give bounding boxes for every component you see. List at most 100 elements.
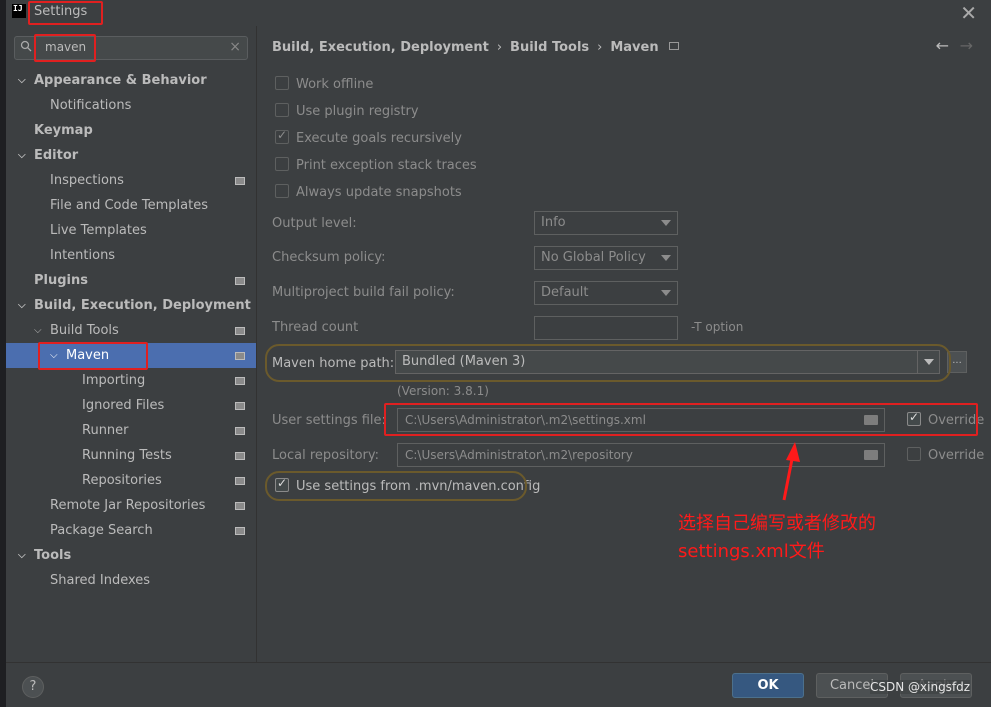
user-settings-label: User settings file:: [272, 413, 386, 428]
work-offline-checkbox[interactable]: [275, 76, 289, 90]
sidebar-item[interactable]: ⌵ Maven: [6, 343, 256, 368]
chevron-down-icon[interactable]: ⌵: [34, 318, 42, 343]
project-level-icon: [235, 502, 245, 510]
user-settings-value: C:\Users\Administrator\.m2\settings.xml: [405, 413, 646, 427]
print-exceptions-option[interactable]: Print exception stack traces: [275, 157, 477, 175]
sidebar-item[interactable]: Shared Indexes: [6, 568, 256, 593]
sidebar-item[interactable]: Notifications: [6, 93, 256, 118]
sidebar-item[interactable]: Package Search: [6, 518, 256, 543]
search-value: maven: [45, 40, 87, 54]
sidebar-item-label: Ignored Files: [82, 398, 165, 413]
sidebar-item[interactable]: ⌵ Build Tools: [6, 318, 256, 343]
fail-policy-select[interactable]: Default: [534, 281, 678, 305]
folder-icon[interactable]: [864, 450, 878, 460]
sidebar-item-label: Maven: [66, 348, 110, 363]
fail-policy-label: Multiproject build fail policy:: [272, 285, 455, 300]
folder-icon[interactable]: [864, 415, 878, 425]
sidebar-item[interactable]: Running Tests: [6, 443, 256, 468]
sidebar-item[interactable]: Importing: [6, 368, 256, 393]
work-offline-option[interactable]: Work offline: [275, 76, 373, 94]
project-level-icon: [235, 427, 245, 435]
plugin-registry-checkbox[interactable]: [275, 103, 289, 117]
execute-goals-option[interactable]: Execute goals recursively: [275, 128, 462, 148]
clear-search-icon[interactable]: ×: [229, 39, 241, 55]
chevron-right-icon: ›: [597, 40, 603, 55]
sidebar-item[interactable]: Keymap: [6, 118, 256, 143]
output-level-label: Output level:: [272, 216, 357, 231]
sidebar-item[interactable]: ⌵ Appearance & Behavior: [6, 68, 256, 93]
sidebar-item-label: Inspections: [50, 173, 124, 188]
chevron-down-icon[interactable]: ⌵: [18, 143, 26, 168]
sidebar-item[interactable]: ⌵ Tools: [6, 543, 256, 568]
project-level-icon: [668, 42, 679, 50]
chevron-down-icon[interactable]: ⌵: [50, 343, 58, 368]
sidebar-item[interactable]: File and Code Templates: [6, 193, 256, 218]
sidebar-item[interactable]: Intentions: [6, 243, 256, 268]
search-input[interactable]: maven ×: [14, 36, 248, 60]
sidebar-item[interactable]: ⌵ Editor: [6, 143, 256, 168]
annotation-text: 选择自己编写或者修改的 settings.xml文件: [678, 510, 876, 566]
update-snapshots-checkbox[interactable]: [275, 184, 289, 198]
sidebar-item-label: Shared Indexes: [50, 573, 151, 588]
chevron-down-icon[interactable]: ⌵: [18, 293, 26, 318]
sidebar-item[interactable]: Remote Jar Repositories: [6, 493, 256, 518]
checksum-policy-select[interactable]: No Global Policy: [534, 246, 678, 270]
work-offline-label: Work offline: [296, 77, 374, 92]
help-button[interactable]: ?: [22, 676, 44, 698]
print-exceptions-checkbox[interactable]: [275, 157, 289, 171]
chevron-right-icon: ›: [496, 40, 503, 55]
project-level-icon: [235, 527, 245, 535]
maven-home-select[interactable]: Bundled (Maven 3): [395, 350, 940, 374]
sidebar-item[interactable]: Repositories: [6, 468, 256, 493]
output-level-select[interactable]: Info: [534, 211, 678, 235]
mvn-config-option[interactable]: Use settings from .mvn/maven.config: [275, 476, 541, 496]
sidebar-item-label: Live Templates: [50, 223, 147, 238]
settings-sidebar: maven × ⌵ Appearance & Behavior Notificati…: [6, 26, 256, 662]
ok-button[interactable]: OK: [732, 673, 804, 698]
browse-maven-home-button[interactable]: ...: [947, 351, 967, 373]
sidebar-item-label: Runner: [82, 423, 129, 438]
user-settings-override-checkbox[interactable]: [907, 410, 921, 426]
chevron-down-icon[interactable]: [917, 351, 939, 373]
sidebar-item[interactable]: Plugins: [6, 268, 256, 293]
mvn-config-checkbox[interactable]: [275, 476, 289, 492]
title-bar: IJ Settings ✕: [6, 0, 991, 26]
mvn-config-label: Use settings from .mvn/maven.config: [296, 479, 541, 494]
sidebar-item-label: Remote Jar Repositories: [50, 498, 206, 513]
sidebar-item-label: File and Code Templates: [50, 198, 208, 213]
sidebar-item[interactable]: Inspections: [6, 168, 256, 193]
sidebar-item[interactable]: ⌵ Build, Execution, Deployment: [6, 293, 256, 318]
sidebar-item-label: Notifications: [50, 98, 132, 113]
execute-goals-checkbox[interactable]: [275, 128, 289, 144]
chevron-down-icon[interactable]: ⌵: [18, 68, 26, 93]
sidebar-item-label: Keymap: [34, 123, 93, 138]
project-level-icon: [235, 477, 245, 485]
breadcrumb: Build, Execution, Deployment › Build Tools…: [272, 40, 679, 55]
local-repo-field[interactable]: C:\Users\Administrator\.m2\repository: [397, 443, 885, 467]
thread-count-input[interactable]: [534, 316, 678, 340]
update-snapshots-option[interactable]: Always update snapshots: [275, 184, 462, 202]
project-level-icon: [235, 402, 245, 410]
user-settings-field[interactable]: C:\Users\Administrator\.m2\settings.xml: [397, 408, 885, 432]
forward-arrow-icon[interactable]: →: [960, 36, 973, 55]
user-settings-override[interactable]: Override: [907, 410, 984, 428]
intellij-logo-icon: IJ: [12, 4, 26, 18]
close-icon[interactable]: ✕: [960, 1, 977, 25]
thread-count-label: Thread count: [272, 320, 359, 335]
plugin-registry-label: Use plugin registry: [296, 104, 419, 119]
execute-goals-label: Execute goals recursively: [296, 131, 462, 146]
project-level-icon: [235, 277, 245, 285]
back-arrow-icon[interactable]: ←: [936, 36, 949, 55]
sidebar-item[interactable]: Live Templates: [6, 218, 256, 243]
settings-tree: ⌵ Appearance & Behavior Notifications Keyma…: [6, 68, 256, 593]
sidebar-item[interactable]: Runner: [6, 418, 256, 443]
local-repo-override[interactable]: Override: [907, 447, 984, 463]
search-icon: [20, 40, 32, 52]
local-repo-label: Local repository:: [272, 448, 379, 463]
local-repo-override-checkbox[interactable]: [907, 447, 921, 461]
plugin-registry-option[interactable]: Use plugin registry: [275, 103, 419, 121]
chevron-down-icon[interactable]: ⌵: [18, 543, 26, 568]
sidebar-item[interactable]: Ignored Files: [6, 393, 256, 418]
fail-policy-value: Default: [541, 285, 589, 300]
sidebar-item-label: Editor: [34, 148, 79, 163]
